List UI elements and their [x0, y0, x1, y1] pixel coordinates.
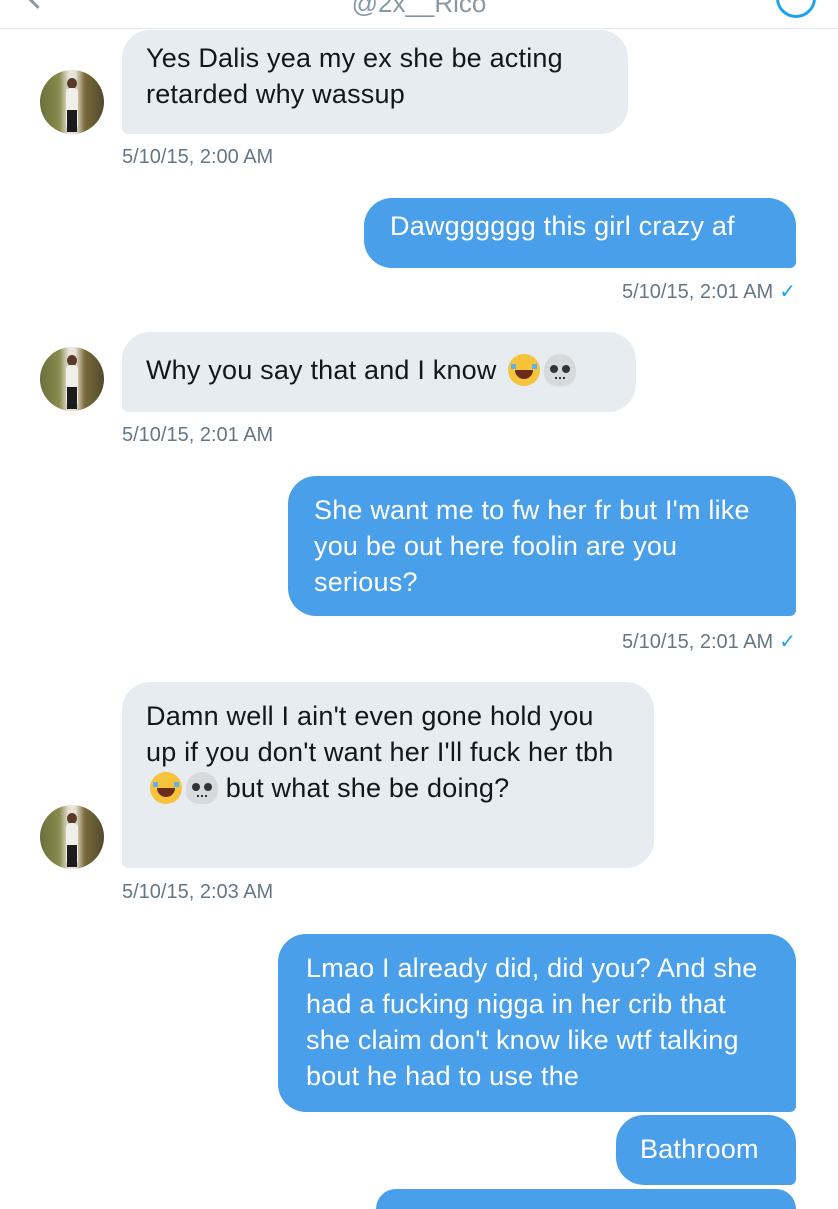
message-bubble-incoming[interactable]: Why you say that and I know	[122, 332, 636, 412]
avatar[interactable]	[40, 805, 104, 869]
message-bubble-outgoing[interactable]: Bathroom	[616, 1115, 796, 1185]
face-with-tears-of-joy-icon	[150, 772, 182, 804]
message-bubble-incoming[interactable]: Yes Dalis yea my ex she be acting retard…	[122, 30, 628, 134]
skull-icon	[186, 772, 218, 804]
message-timestamp: 5/10/15, 2:01 AM ✓	[622, 631, 796, 653]
face-with-tears-of-joy-icon	[508, 354, 541, 386]
read-check-icon: ✓	[779, 281, 796, 303]
message-text: but what she be doing?	[225, 773, 510, 803]
message-text: Bathroom	[640, 1134, 759, 1164]
read-check-icon: ✓	[779, 631, 796, 653]
message-text: She want me to fw her fr but I'm like yo…	[314, 495, 750, 597]
message-timestamp: 5/10/15, 2:01 AM	[122, 424, 274, 446]
message-text: Yes Dalis yea my ex she be acting retard…	[146, 43, 563, 109]
avatar[interactable]	[40, 70, 104, 134]
message-timestamp: 5/10/15, 2:01 AM ✓	[622, 281, 796, 303]
message-text: Why you say that and I know	[146, 355, 497, 385]
message-bubble-outgoing[interactable]: Lmao I already did, did you? And she had…	[278, 934, 796, 1112]
avatar[interactable]	[40, 347, 104, 411]
message-bubble-outgoing[interactable]: Dawgggggg this girl crazy af	[364, 198, 796, 268]
message-text: Lmao I already did, did you? And she had…	[306, 953, 758, 1091]
conversation-header: @2x__Rico	[0, 0, 838, 29]
skull-icon	[544, 354, 577, 386]
conversation-handle: @2x__Rico	[351, 0, 487, 18]
message-timestamp: 5/10/15, 2:03 AM	[122, 881, 274, 903]
message-text: Damn well I ain't even gone hold you up …	[146, 701, 614, 767]
message-text: Dawgggggg this girl crazy af	[390, 211, 735, 241]
message-bubble-outgoing[interactable]	[376, 1189, 796, 1209]
message-bubble-incoming[interactable]: Damn well I ain't even gone hold you up …	[122, 682, 654, 868]
message-timestamp: 5/10/15, 2:00 AM	[122, 146, 274, 168]
message-bubble-outgoing[interactable]: She want me to fw her fr but I'm like yo…	[288, 476, 796, 616]
